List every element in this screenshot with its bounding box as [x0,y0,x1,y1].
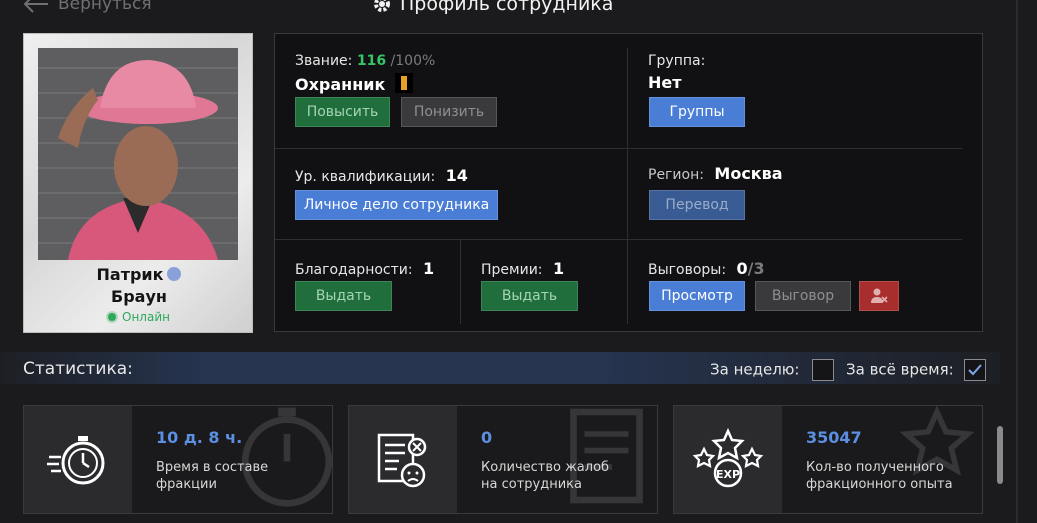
bonuses-value: 1 [552,259,565,278]
status-badge: Онлайн [24,310,254,324]
stat-value-experience: 35047 [806,428,862,447]
region-row: Регион: Москва [648,164,783,183]
complaint-icon [349,406,457,513]
scrollbar-thumb[interactable] [997,426,1003,484]
reprimands-row: Выговоры: 0/3 [648,259,765,278]
thanks-value: 1 [423,259,435,278]
stat-desc-time: Время в составе фракции [156,460,269,492]
stat-value-time: 10 д. 8 ч. [156,428,243,447]
rank-label-row: Звание: 116 /100% [295,53,436,69]
rank-emblem-icon [394,73,413,93]
promote-button[interactable]: Повысить [295,97,390,127]
bonuses-row: Премии: 1 [481,259,565,278]
group-label: Группа: [648,53,706,69]
qualification-row: Ур. квалификации: 14 [295,166,468,185]
employee-photo [38,48,238,260]
demote-button[interactable]: Понизить [401,97,497,127]
back-label: Вернуться [58,0,152,14]
gear-icon [374,0,390,12]
document-watermark-icon [570,408,643,504]
stat-value-complaints: 0 [481,428,493,447]
view-reprimands-button[interactable]: Просмотр [649,281,745,311]
employee-first-name: Патрик [24,265,254,284]
remove-user-icon [871,288,888,303]
groups-button[interactable]: Группы [649,97,745,127]
page-title-text: Профиль сотрудника [400,0,614,15]
stars-watermark-icon [899,406,975,476]
reprimands-value: 0 [736,259,748,278]
info-panel: Звание: 116 /100% Охранник Повысить Пони… [274,33,983,332]
online-dot-icon [108,313,117,321]
rank-value: 116 [356,53,387,69]
divider [1016,0,1018,523]
employee-last-name: Браун [111,287,167,306]
transfer-button[interactable]: Перевод [649,190,745,220]
qualification-value: 14 [445,166,468,185]
rank-max: /100% [390,53,436,69]
user-icon [167,267,182,281]
stat-card-time: 10 д. 8 ч. Время в составе фракции [23,405,333,514]
arrow-left-icon [23,0,48,13]
stat-desc-complaints: Количество жалоб на сотрудника [481,460,610,492]
experience-icon: EXP [674,406,782,513]
stat-card-experience: EXP 35047 Кол-во полученного фракционного… [673,405,983,514]
reprimand-button[interactable]: Выговор [755,281,851,311]
group-value: Нет [648,73,682,92]
stopwatch-watermark-icon [241,407,332,507]
alltime-filter: За всё время: [846,359,987,381]
remove-employee-button[interactable] [859,281,899,311]
personal-file-button[interactable]: Личное дело сотрудника [295,190,498,220]
alltime-checkbox[interactable] [964,359,987,381]
back-link[interactable]: Вернуться [22,0,152,14]
employee-card: Патрик Браун Онлайн [23,33,253,333]
stopwatch-icon [24,406,132,513]
thanks-row: Благодарности: 1 [295,259,435,278]
page-title: Профиль сотрудника [372,0,613,15]
give-bonus-button[interactable]: Выдать [481,281,578,311]
statistics-title: Статистика: [23,359,133,379]
week-filter: За неделю: [710,359,835,381]
stat-card-complaints: 0 Количество жалоб на сотрудника [348,405,658,514]
svg-text:EXP: EXP [716,468,740,481]
reprimands-max: /3 [747,259,765,278]
checkmark-icon [968,364,983,376]
stat-desc-experience: Кол-во полученного фракционного опыта [806,460,953,492]
give-thanks-button[interactable]: Выдать [295,281,392,311]
week-checkbox[interactable] [812,359,835,381]
rank-name: Охранник [295,73,413,94]
region-value: Москва [714,164,783,183]
